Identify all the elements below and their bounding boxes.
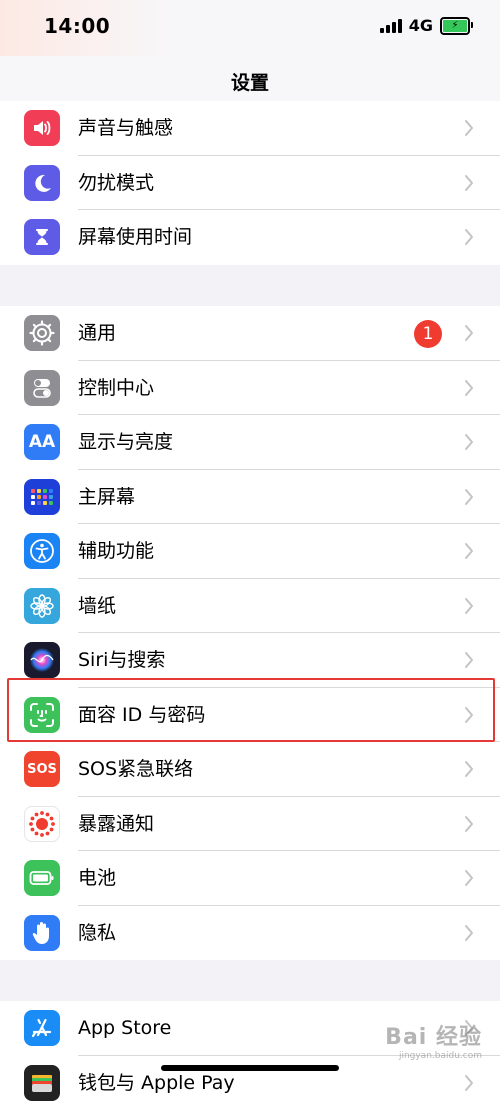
wallet-icon (24, 1065, 60, 1101)
moon-icon (24, 165, 60, 201)
chevron-right-icon (464, 227, 474, 247)
settings-row-label: 墙纸 (78, 593, 116, 619)
chevron-right-icon (464, 432, 474, 452)
chevron-right-icon (464, 323, 474, 343)
watermark-logo: Bai 经验 (385, 1026, 482, 1050)
settings-row-battery[interactable]: 电池 (0, 851, 500, 906)
page-title: 设置 (0, 68, 500, 95)
chevron-right-icon (464, 487, 474, 507)
settings-group-1: 声音与触感勿扰模式屏幕使用时间 (0, 101, 500, 265)
chevron-right-icon (464, 759, 474, 779)
exposure-icon (24, 806, 60, 842)
text-size-icon: AA (24, 424, 60, 460)
chevron-right-icon (464, 814, 474, 834)
chevron-right-icon (464, 541, 474, 561)
network-type: 4G (409, 16, 433, 35)
settings-row-label: Siri与搜索 (78, 647, 165, 673)
app-store-icon (24, 1010, 60, 1046)
navigation-bar: 设置 (0, 56, 500, 107)
settings-row-hand[interactable]: 隐私 (0, 906, 500, 961)
settings-row-label: 通用 (78, 320, 116, 346)
battery-icon (24, 860, 60, 896)
settings-row-text-size[interactable]: AA 显示与亮度 (0, 415, 500, 470)
toggle-icon (24, 370, 60, 406)
siri-icon (24, 642, 60, 678)
settings-row-label: 暴露通知 (78, 811, 154, 837)
status-time: 14:00 (44, 14, 110, 38)
settings-row-exposure[interactable]: 暴露通知 (0, 797, 500, 852)
settings-row-label: 控制中心 (78, 375, 154, 401)
settings-row-speaker[interactable]: 声音与触感 (0, 101, 500, 156)
notification-badge: 1 (414, 320, 442, 348)
battery-charging-icon: ⚡ (440, 17, 470, 35)
settings-row-flower[interactable]: 墙纸 (0, 579, 500, 634)
settings-row-wallet[interactable]: 钱包与 Apple Pay (0, 1056, 500, 1110)
hand-icon (24, 915, 60, 951)
settings-row-label: 主屏幕 (78, 484, 135, 510)
settings-row-face-id[interactable]: 面容 ID 与密码 (0, 688, 500, 743)
chevron-right-icon (464, 596, 474, 616)
chevron-right-icon (464, 868, 474, 888)
settings-row-label: 面容 ID 与密码 (78, 702, 205, 728)
chevron-right-icon (464, 173, 474, 193)
settings-row-label: 显示与亮度 (78, 429, 173, 455)
settings-row-label: 辅助功能 (78, 538, 154, 564)
icon-glyph: AA (29, 432, 55, 452)
chevron-right-icon (464, 378, 474, 398)
settings-row-gear[interactable]: 通用 1 (0, 306, 500, 361)
speaker-icon (24, 110, 60, 146)
hourglass-icon (24, 219, 60, 255)
settings-row-accessibility[interactable]: 辅助功能 (0, 524, 500, 579)
settings-row-sos[interactable]: SOS SOS紧急联络 (0, 742, 500, 797)
sos-icon: SOS (24, 751, 60, 787)
settings-row-hourglass[interactable]: 屏幕使用时间 (0, 210, 500, 265)
settings-row-siri[interactable]: Siri与搜索 (0, 633, 500, 688)
settings-row-toggle[interactable]: 控制中心 (0, 361, 500, 416)
watermark: Bai 经验 jingyan.baidu.com (385, 1026, 482, 1062)
watermark-url: jingyan.baidu.com (385, 1050, 482, 1062)
settings-row-moon[interactable]: 勿扰模式 (0, 156, 500, 211)
face-id-icon (24, 697, 60, 733)
settings-row-label: SOS紧急联络 (78, 756, 193, 782)
settings-row-label: 电池 (78, 865, 116, 891)
icon-glyph: SOS (27, 762, 57, 777)
settings-row-label: 声音与触感 (78, 115, 173, 141)
chevron-right-icon (464, 650, 474, 670)
chevron-right-icon (464, 923, 474, 943)
gear-icon (24, 315, 60, 351)
settings-row-label: 隐私 (78, 920, 116, 946)
flower-icon (24, 588, 60, 624)
accessibility-icon (24, 533, 60, 569)
settings-row-label: 勿扰模式 (78, 170, 154, 196)
cellular-signal-icon (380, 19, 402, 33)
status-indicators: 4G ⚡ (380, 16, 470, 35)
settings-row-label: 钱包与 Apple Pay (78, 1070, 235, 1096)
grid-icon (24, 479, 60, 515)
status-bar: 14:00 4G ⚡ (0, 0, 500, 56)
chevron-right-icon (464, 1073, 474, 1093)
chevron-right-icon (464, 118, 474, 138)
settings-group-2: 通用 1 控制中心 AA 显示与亮度主屏幕辅助功能墙纸 Siri与搜索面容 ID 与密码 S… (0, 306, 500, 960)
chevron-right-icon (464, 705, 474, 725)
settings-row-label: App Store (78, 1015, 171, 1041)
settings-row-grid[interactable]: 主屏幕 (0, 470, 500, 525)
home-indicator[interactable] (161, 1065, 339, 1071)
settings-row-label: 屏幕使用时间 (78, 224, 192, 250)
